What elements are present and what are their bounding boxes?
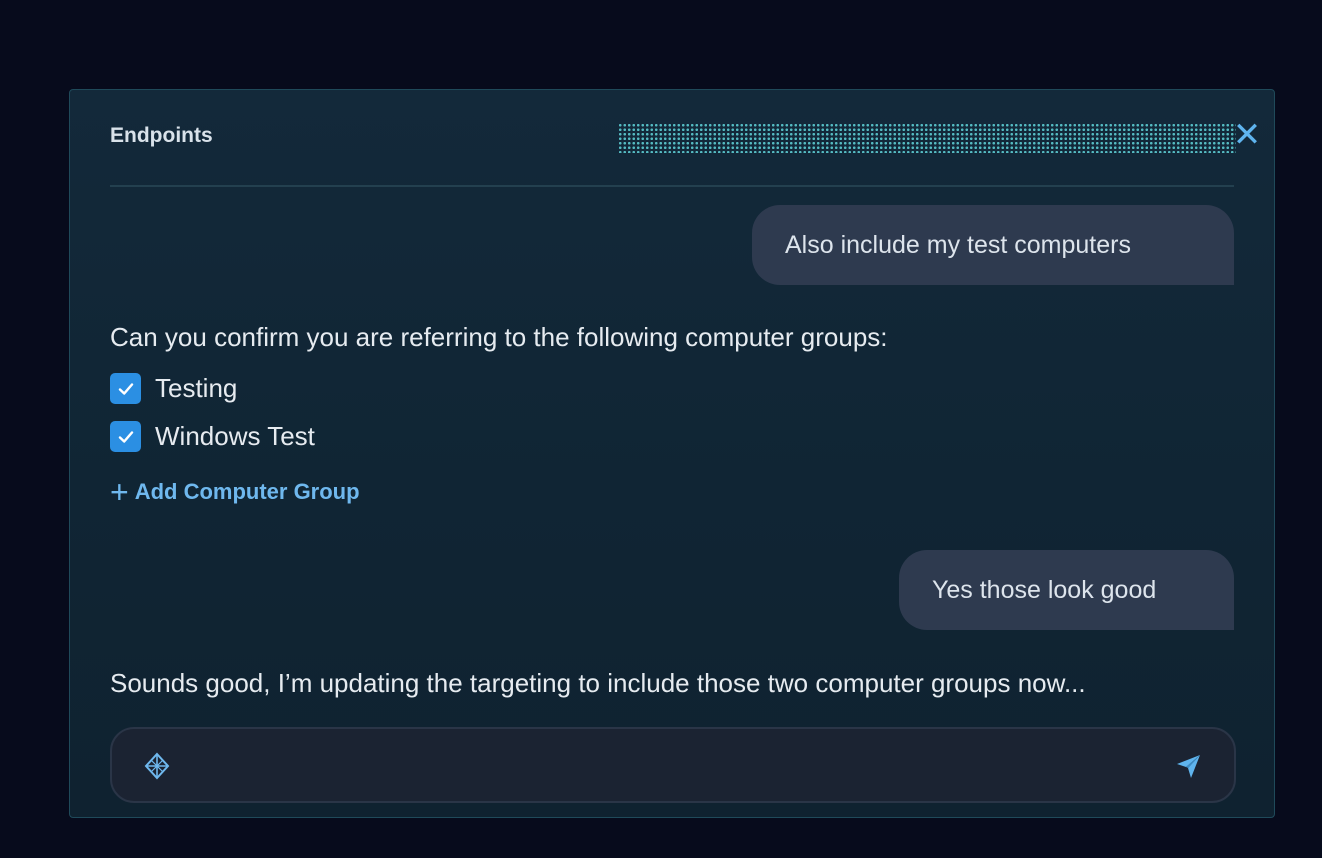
send-icon[interactable]: [1174, 751, 1204, 781]
checkbox-checked[interactable]: [110, 421, 141, 452]
ai-sparkle-icon: [142, 751, 172, 781]
add-computer-group-label: Add Computer Group: [134, 479, 360, 504]
close-icon[interactable]: ✕: [1232, 118, 1262, 152]
computer-group-option[interactable]: Windows Test: [110, 421, 315, 452]
user-message-bubble: Also include my test computers: [752, 205, 1234, 285]
chat-input[interactable]: [192, 747, 1132, 783]
dot-pattern-decoration: [618, 123, 1236, 153]
computer-group-label: Windows Test: [155, 421, 315, 451]
user-message-bubble: Yes those look good: [899, 550, 1234, 630]
plus-icon: +: [110, 474, 129, 510]
assistant-message: Can you confirm you are referring to the…: [110, 322, 888, 352]
panel-header: Endpoints ✕: [110, 90, 1261, 187]
assistant-message: Sounds good, I’m updating the targeting …: [110, 668, 1086, 698]
chat-input-bar: [110, 727, 1236, 803]
checkbox-checked[interactable]: [110, 373, 141, 404]
panel-title: Endpoints: [110, 124, 213, 147]
computer-group-label: Testing: [155, 373, 238, 403]
add-computer-group-link[interactable]: + Add Computer Group: [110, 474, 360, 510]
endpoints-chat-panel: Endpoints ✕ Also include my test compute…: [69, 89, 1275, 818]
computer-group-option[interactable]: Testing: [110, 373, 237, 404]
